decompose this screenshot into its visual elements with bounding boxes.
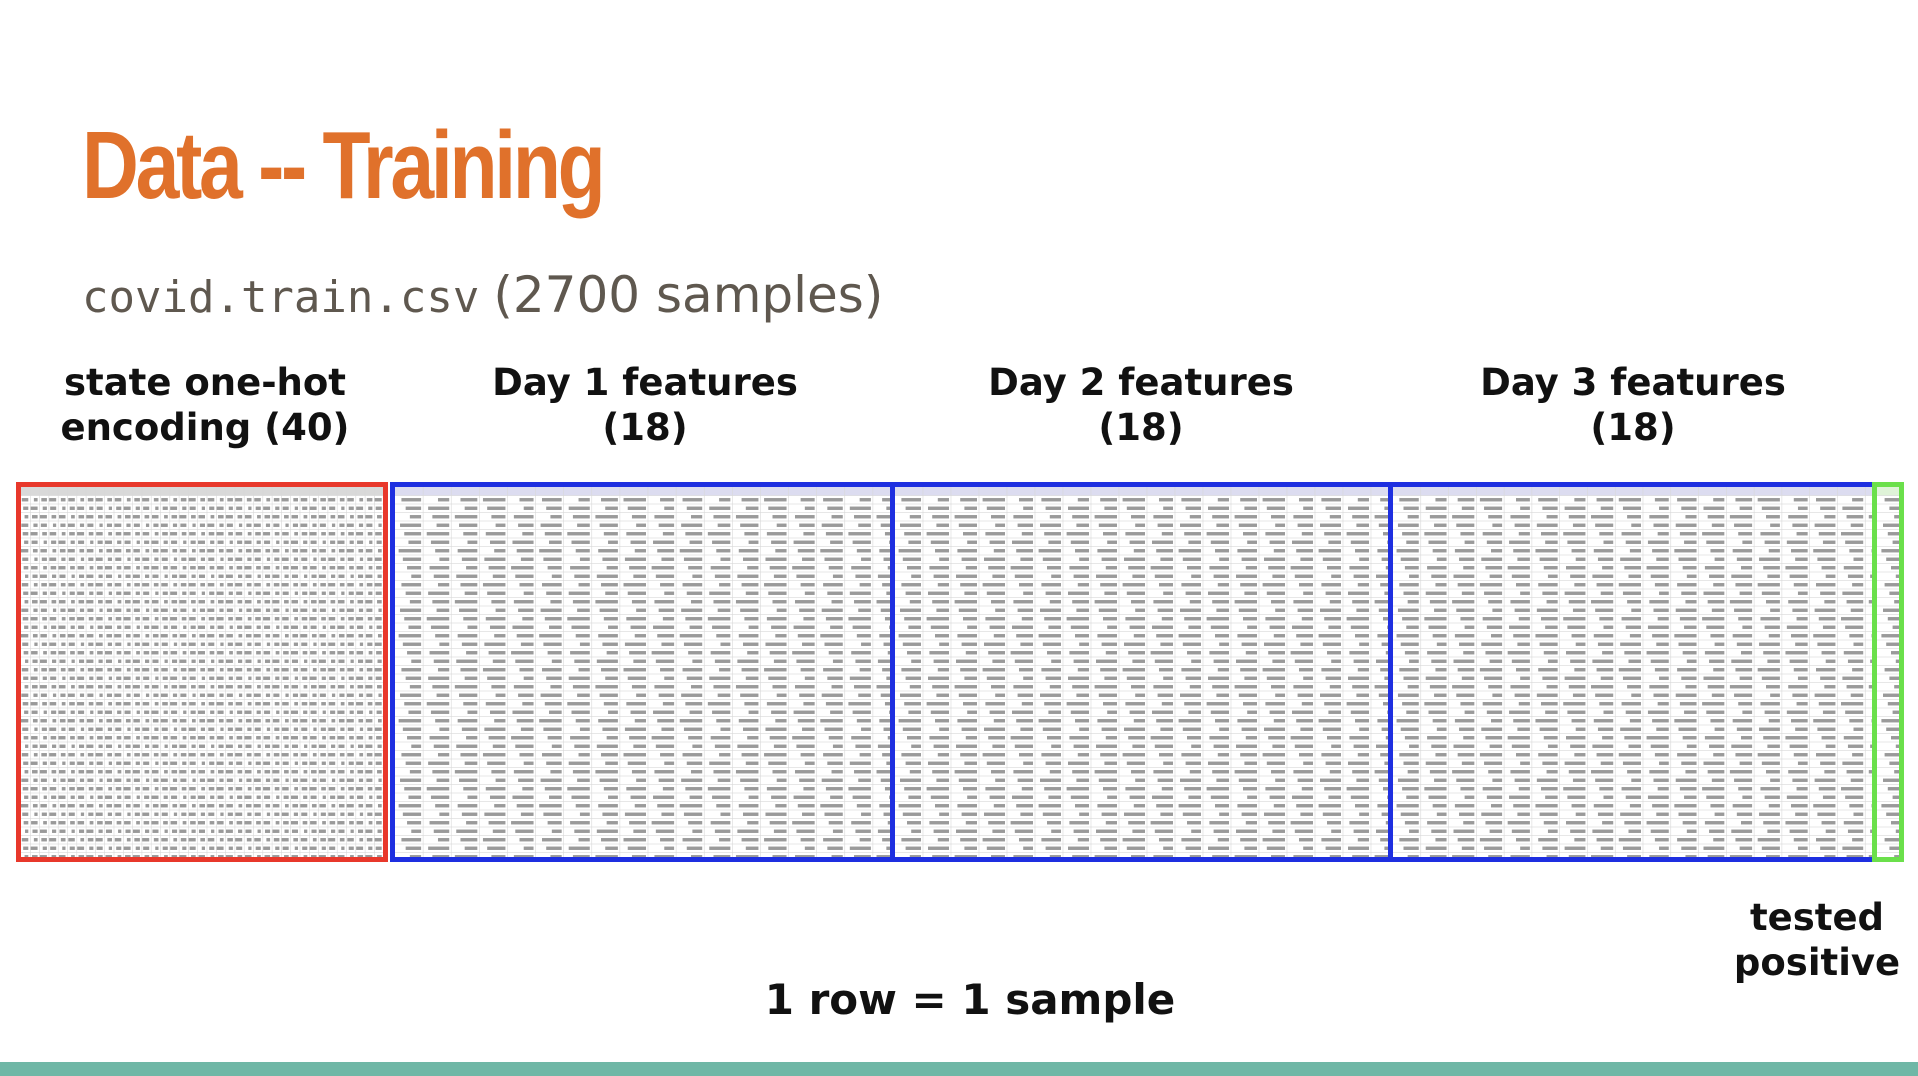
footer-bar: [0, 1062, 1918, 1076]
day1-feature-columns: [390, 482, 896, 862]
label-tested-positive: tested positive: [1733, 896, 1901, 984]
state-onehot-columns: [16, 482, 388, 862]
day1-grid: [395, 487, 891, 857]
slide-title: Data -- Training: [82, 112, 606, 219]
caption-row-sample: 1 row = 1 sample: [764, 975, 1176, 1024]
label-day1-features: Day 1 features (18): [492, 361, 798, 449]
slide-subtitle: covid.train.csv (2700 samples): [82, 270, 883, 320]
target-grid: [1877, 487, 1899, 857]
label-day2-features: Day 2 features (18): [988, 361, 1294, 449]
state-grid: [21, 487, 383, 857]
day3-grid: [1393, 487, 1883, 857]
day2-grid: [895, 487, 1389, 857]
day2-feature-columns: [890, 482, 1394, 862]
label-day3-features: Day 3 features (18): [1480, 361, 1786, 449]
sample-count: (2700 samples): [493, 266, 884, 324]
day3-feature-columns: [1388, 482, 1888, 862]
dataset-filename: covid.train.csv: [82, 272, 480, 323]
label-state-encoding: state one-hot encoding (40): [60, 361, 350, 449]
tested-positive-column: [1872, 482, 1904, 862]
